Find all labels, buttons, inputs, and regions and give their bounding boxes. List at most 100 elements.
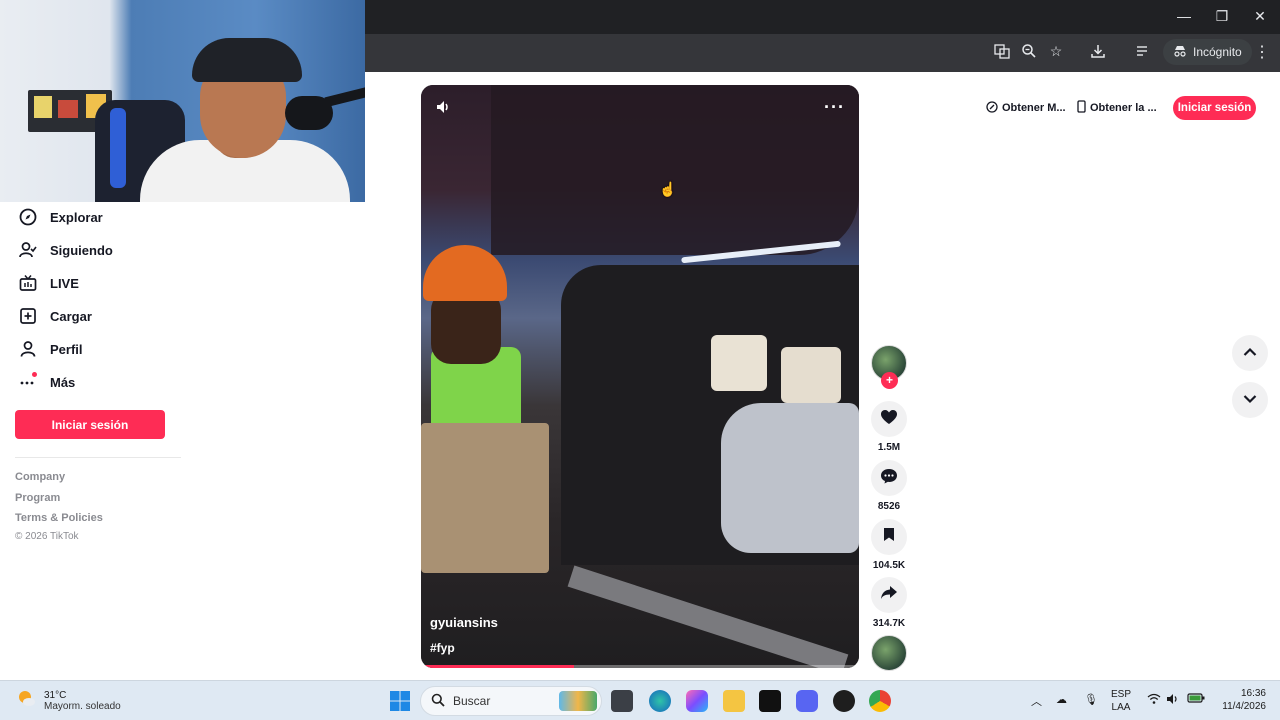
sidebar-item-label: Explorar [50,209,103,225]
get-app-button[interactable]: Obtener la ... [1077,95,1157,121]
get-more-label: Obtener M... [1002,102,1066,114]
chrome-icon[interactable] [869,690,891,712]
save-button[interactable] [871,519,907,555]
video-progress-fill [421,665,575,668]
video-seat-left [711,335,767,391]
sidebar-item-label: Perfil [50,341,83,357]
battery-icon[interactable] [1187,693,1205,706]
search-placeholder: Buscar [453,694,491,708]
sidebar-item-label: LIVE [50,275,79,291]
sidebar-login-button[interactable]: Iniciar sesión [15,410,165,439]
translate-icon[interactable] [992,43,1012,62]
bookmark-star-icon[interactable]: ☆ [1046,43,1066,60]
coin-icon [986,100,998,116]
sound-disc-avatar[interactable] [871,635,907,671]
incognito-label: Incógnito [1193,45,1242,59]
copyright-text: © 2026 TikTok [15,531,79,542]
share-arrow-icon [880,585,898,605]
profile-icon [18,339,38,359]
obs-studio-icon[interactable] [833,690,855,712]
get-app-label: Obtener la ... [1090,102,1157,114]
video-hashtag[interactable]: #fyp [430,641,455,655]
sidebar-item-label: Más [50,374,76,390]
chevron-down-icon [1243,391,1257,409]
cloud-sync-icon[interactable]: ☁ [1056,693,1067,706]
webcam-overlay [0,0,365,202]
header-login-button[interactable]: Iniciar sesión [1173,96,1256,120]
close-icon[interactable]: ✕ [1250,8,1270,25]
heart-icon [880,409,898,430]
like-count: 1.5M [877,442,901,453]
sidebar-item-perfil[interactable]: Perfil [18,337,83,361]
weather-widget[interactable]: 31°C Mayorm. soleado [16,689,121,712]
live-tv-icon [18,273,38,293]
wifi-icon[interactable] [1147,693,1161,708]
incognito-badge[interactable]: Incógnito [1163,39,1252,65]
system-clock[interactable]: 16:36 11/4/2026 [1214,687,1266,713]
edge-browser-icon[interactable] [649,690,671,712]
microphone-tray-icon[interactable]: 🎙 [1084,693,1098,706]
comment-button[interactable] [871,460,907,496]
previous-video-button[interactable] [1232,335,1268,371]
restore-icon[interactable]: ❐ [1212,8,1232,25]
windows-start-icon[interactable] [389,690,411,712]
copilot-icon[interactable] [686,690,708,712]
mouse-cursor-icon: ☝ [659,181,677,197]
microphone [285,96,333,130]
sidebar-divider [15,457,181,458]
like-button[interactable] [871,401,907,437]
windows-taskbar: 31°C Mayorm. soleado Buscar ︿ ☁ 🎙 ESP LA… [0,680,1280,720]
weather-description: Mayorm. soleado [44,700,121,712]
sidebar-item-explorar[interactable]: Explorar [18,205,103,229]
sidebar-item-live[interactable]: LIVE [18,271,79,295]
sidebar-item-mas[interactable]: Más [18,370,75,394]
clock-time: 16:36 [1240,688,1266,699]
video-more-icon[interactable]: ··· [824,97,845,118]
next-video-button[interactable] [1232,382,1268,418]
clock-date: 11/4/2026 [1222,701,1266,712]
save-count: 104.5K [872,560,906,571]
browser-menu-icon[interactable]: ⋮ [1254,42,1270,62]
search-icon [431,693,445,710]
chevron-up-tray-icon[interactable]: ︿ [1031,693,1042,709]
upload-plus-icon [18,306,38,326]
video-seat-right [781,347,841,403]
sidebar-item-siguiendo[interactable]: Siguiendo [18,238,113,262]
comment-count: 8526 [877,501,901,512]
follow-plus-icon[interactable]: + [881,372,898,389]
sidebar-item-cargar[interactable]: Cargar [18,304,92,328]
get-more-button[interactable]: Obtener M... [986,95,1066,121]
taskbar-search[interactable]: Buscar [420,686,602,716]
footer-link-program[interactable]: Program [15,492,60,504]
footer-link-terms[interactable]: Terms & Policies [15,512,103,524]
weather-temperature: 31°C [44,689,67,701]
discord-icon[interactable] [796,690,818,712]
volume-icon[interactable] [435,99,451,120]
streamer-cap [192,38,302,82]
search-highlight-image [559,691,597,711]
language-bottom: LAA [1111,702,1131,713]
video-trunk-hatch [491,85,859,255]
compass-icon [18,207,38,227]
share-count: 314.7K [872,618,906,629]
speaker-icon[interactable] [1166,693,1180,708]
notification-dot [32,372,37,377]
bookmark-icon [883,527,895,547]
phone-icon [1077,100,1086,116]
video-player[interactable]: ··· gyuiansins #fyp [421,85,859,668]
file-explorer-icon[interactable] [723,690,745,712]
zoom-icon[interactable] [1019,43,1039,62]
video-progress-bar[interactable] [421,665,859,668]
footer-link-company[interactable]: Company [15,471,65,483]
task-view-icon[interactable] [611,690,633,712]
minimize-icon[interactable]: — [1174,8,1194,24]
capcut-icon[interactable] [759,690,781,712]
reading-list-icon[interactable] [1133,43,1153,62]
language-indicator[interactable]: ESP LAA [1111,688,1131,714]
following-icon [18,240,38,260]
download-icon[interactable] [1088,43,1108,62]
sidebar-item-label: Cargar [50,308,92,324]
video-username[interactable]: gyuiansins [430,615,498,630]
language-top: ESP [1111,689,1132,700]
share-button[interactable] [871,577,907,613]
